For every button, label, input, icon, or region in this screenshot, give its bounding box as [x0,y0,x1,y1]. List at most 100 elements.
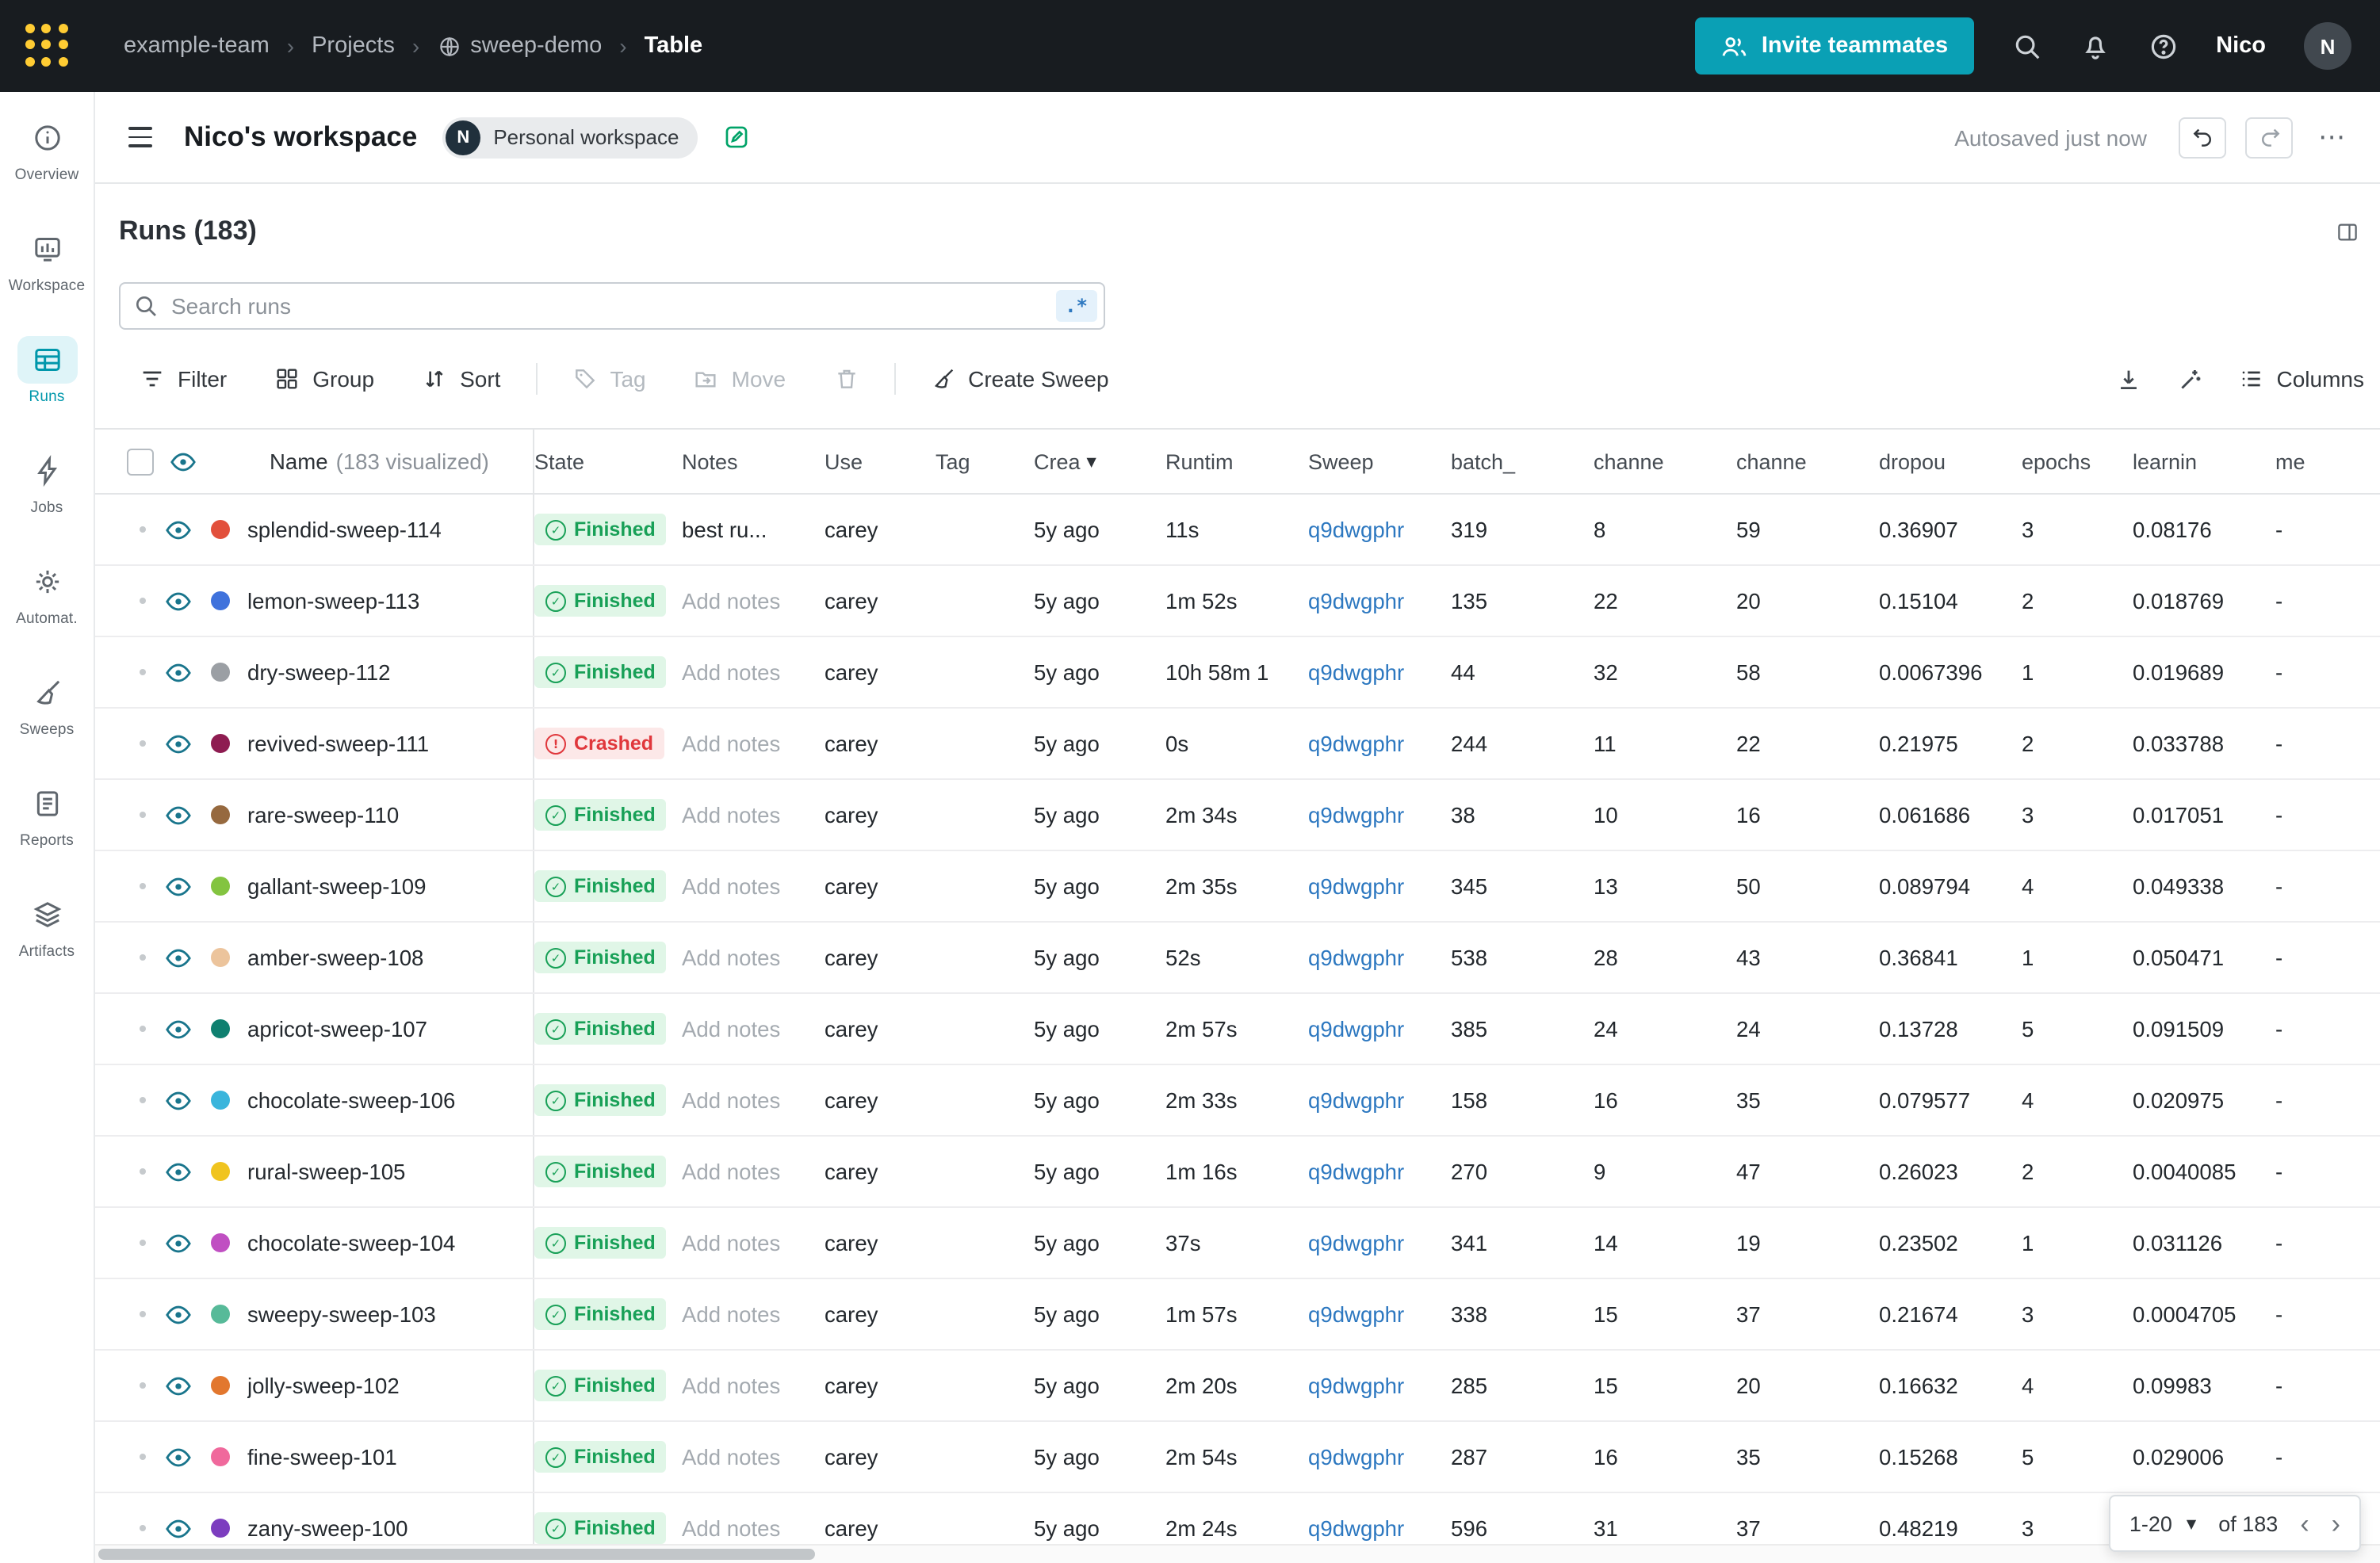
column-header-sweep[interactable]: Sweep [1308,430,1451,493]
notes-cell[interactable]: Add notes [682,1017,780,1041]
run-name-link[interactable]: dry-sweep-112 [247,660,390,684]
visibility-eye-icon[interactable] [165,730,192,757]
notes-cell[interactable]: Add notes [682,1516,780,1540]
notes-cell[interactable]: Add notes [682,1088,780,1112]
notes-cell[interactable]: Add notes [682,946,780,969]
sweep-link[interactable]: q9dwgphr [1308,518,1404,541]
column-header-runtime[interactable]: Runtim [1165,430,1308,493]
drag-handle[interactable] [140,883,146,889]
column-header-metric[interactable]: me [2275,430,2380,493]
sidebar-item-artifacts[interactable]: Artifacts [2,891,91,961]
table-row[interactable]: rural-sweep-105 ✓ Finished Add notes car… [95,1137,2380,1208]
run-name-link[interactable]: apricot-sweep-107 [247,1017,427,1041]
table-row[interactable]: rare-sweep-110 ✓ Finished Add notes care… [95,780,2380,851]
visibility-eye-icon[interactable] [165,1515,192,1542]
sidebar-item-workspace[interactable]: Workspace [2,225,91,295]
table-row[interactable]: dry-sweep-112 ✓ Finished Add notes carey… [95,637,2380,709]
breadcrumb-team[interactable]: example-team [124,33,270,59]
sweep-link[interactable]: q9dwgphr [1308,660,1404,684]
magic-wand-icon[interactable] [2177,365,2204,392]
drag-handle[interactable] [140,740,146,747]
visibility-eye-icon[interactable] [165,1301,192,1328]
notes-cell[interactable]: Add notes [682,732,780,755]
visibility-eye-icon[interactable] [165,1229,192,1256]
run-name-link[interactable]: zany-sweep-100 [247,1516,408,1540]
workspace-type-badge[interactable]: N Personal workspace [442,117,698,158]
notes-cell[interactable]: Add notes [682,1160,780,1183]
sidebar-item-runs[interactable]: Runs [2,336,91,406]
sweep-link[interactable]: q9dwgphr [1308,874,1404,898]
run-name-link[interactable]: sweepy-sweep-103 [247,1302,436,1326]
sort-button[interactable]: Sort [422,366,500,392]
column-header-epochs[interactable]: epochs [2022,430,2133,493]
visibility-eye-icon[interactable] [165,873,192,900]
delete-button[interactable] [833,366,859,392]
regex-toggle-button[interactable]: .* [1055,290,1097,322]
notes-cell[interactable]: Add notes [682,589,780,613]
run-name-link[interactable]: fine-sweep-101 [247,1445,397,1469]
workspace-menu-icon[interactable] [122,121,159,154]
sweep-link[interactable]: q9dwgphr [1308,1231,1404,1255]
columns-button[interactable]: Columns [2239,366,2364,392]
filter-button[interactable]: Filter [140,366,227,392]
drag-handle[interactable] [140,1097,146,1103]
column-header-name[interactable]: Name [270,449,328,473]
breadcrumb-projects[interactable]: Projects [312,33,395,59]
visibility-eye-icon[interactable] [165,1158,192,1185]
sidebar-item-overview[interactable]: Overview [2,114,91,184]
breadcrumb-project[interactable]: sweep-demo [470,33,602,59]
visibility-eye-icon[interactable] [165,1372,192,1399]
sidebar-item-reports[interactable]: Reports [2,780,91,850]
sweep-link[interactable]: q9dwgphr [1308,1445,1404,1469]
notes-cell[interactable]: Add notes [682,803,780,827]
search-runs-input[interactable] [119,282,1105,330]
run-name-link[interactable]: jolly-sweep-102 [247,1374,400,1397]
export-download-icon[interactable] [2115,365,2142,392]
notes-cell[interactable]: best ru... [682,518,767,541]
sweep-link[interactable]: q9dwgphr [1308,1160,1404,1183]
run-name-link[interactable]: gallant-sweep-109 [247,874,427,898]
sweep-link[interactable]: q9dwgphr [1308,803,1404,827]
notes-cell[interactable]: Add notes [682,874,780,898]
column-header-user[interactable]: Use [825,430,936,493]
sidebar-item-automations[interactable]: Automat. [2,558,91,628]
drag-handle[interactable] [140,1382,146,1389]
run-name-link[interactable]: rural-sweep-105 [247,1160,405,1183]
page-size-dropdown[interactable]: 1-20 ▼ [2129,1511,2196,1535]
table-row[interactable]: revived-sweep-111 ! Crashed Add notes ca… [95,709,2380,780]
sidebar-item-sweeps[interactable]: Sweeps [2,669,91,739]
visibility-eye-icon[interactable] [165,944,192,971]
visibility-eye-icon[interactable] [165,1443,192,1470]
select-all-checkbox[interactable] [127,448,154,475]
column-header-learning-rate[interactable]: learnin [2133,430,2275,493]
drag-handle[interactable] [140,1168,146,1175]
visibility-eye-icon[interactable] [165,659,192,686]
notes-cell[interactable]: Add notes [682,660,780,684]
column-header-channels-one[interactable]: channe [1594,430,1736,493]
column-header-batch-size[interactable]: batch_ [1451,430,1594,493]
create-sweep-button[interactable]: Create Sweep [930,366,1109,392]
run-name-link[interactable]: revived-sweep-111 [247,732,429,755]
wandb-logo[interactable] [25,24,70,68]
notes-cell[interactable]: Add notes [682,1302,780,1326]
table-row[interactable]: chocolate-sweep-106 ✓ Finished Add notes… [95,1065,2380,1137]
table-row[interactable]: jolly-sweep-102 ✓ Finished Add notes car… [95,1351,2380,1422]
username-label[interactable]: Nico [2216,33,2266,59]
table-row[interactable]: chocolate-sweep-104 ✓ Finished Add notes… [95,1208,2380,1279]
visibility-eye-icon[interactable] [165,1087,192,1114]
run-name-link[interactable]: amber-sweep-108 [247,946,423,969]
drag-handle[interactable] [140,526,146,533]
run-name-link[interactable]: rare-sweep-110 [247,803,399,827]
sweep-link[interactable]: q9dwgphr [1308,589,1404,613]
notes-cell[interactable]: Add notes [682,1374,780,1397]
column-header-created[interactable]: Crea ▼ [1034,430,1165,493]
sweep-link[interactable]: q9dwgphr [1308,1017,1404,1041]
visibility-eye-icon[interactable] [170,448,197,475]
user-avatar[interactable]: N [2304,22,2351,70]
drag-handle[interactable] [140,1311,146,1317]
drag-handle[interactable] [140,1454,146,1460]
drag-handle[interactable] [140,812,146,818]
group-button[interactable]: Group [274,366,374,392]
more-options-icon[interactable]: ⋯ [2312,121,2351,153]
visibility-eye-icon[interactable] [165,1015,192,1042]
